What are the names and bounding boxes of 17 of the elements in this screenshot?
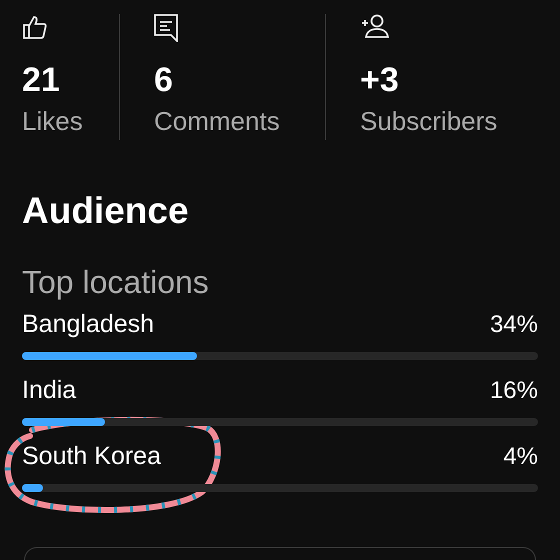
add-person-icon	[360, 14, 390, 38]
location-name: South Korea	[22, 441, 161, 472]
stat-label: Subscribers	[360, 105, 498, 137]
comment-icon	[154, 14, 178, 42]
stat-label: Likes	[22, 105, 83, 137]
location-percent: 16%	[490, 376, 538, 406]
location-name: Bangladesh	[22, 309, 154, 340]
stat-label: Comments	[154, 105, 280, 137]
location-percent: 4%	[503, 442, 538, 472]
location-percent: 34%	[490, 310, 538, 340]
stat-value: 6	[154, 60, 173, 100]
section-subheading: Top locations	[22, 263, 210, 302]
location-name: India	[22, 375, 76, 406]
thumbs-up-icon	[22, 14, 48, 40]
stat-value: 21	[22, 60, 60, 100]
stat-value: +3	[360, 60, 399, 100]
section-heading: Audience	[22, 189, 190, 233]
